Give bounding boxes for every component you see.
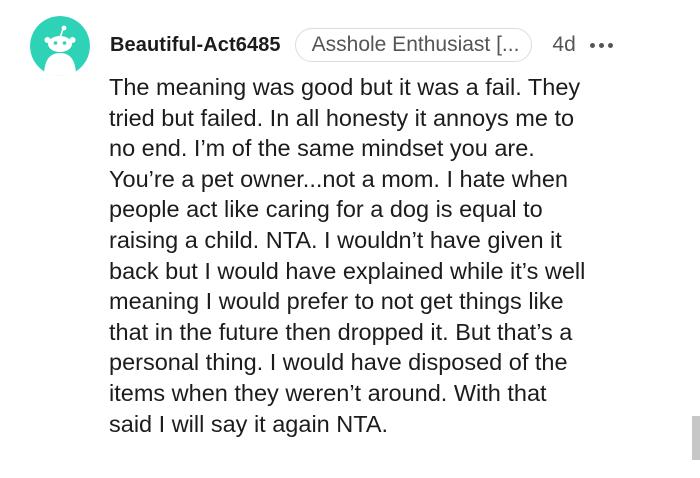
more-dot: [589, 42, 595, 48]
timestamp: 4d: [552, 33, 576, 56]
more-dot: [598, 42, 604, 48]
snoo-avatar-icon: [30, 16, 90, 76]
avatar[interactable]: [30, 16, 90, 76]
more-options-icon[interactable]: [589, 35, 613, 55]
user-flair: Asshole Enthusiast [...: [294, 28, 533, 62]
scrollbar[interactable]: [692, 416, 700, 460]
username[interactable]: Beautiful-Act6485: [110, 34, 281, 57]
comment-header: Beautiful-Act6485 Asshole Enthusiast [..…: [110, 26, 613, 64]
more-dot: [607, 42, 613, 48]
comment-body: The meaning was good but it was a fail. …: [109, 74, 586, 437]
